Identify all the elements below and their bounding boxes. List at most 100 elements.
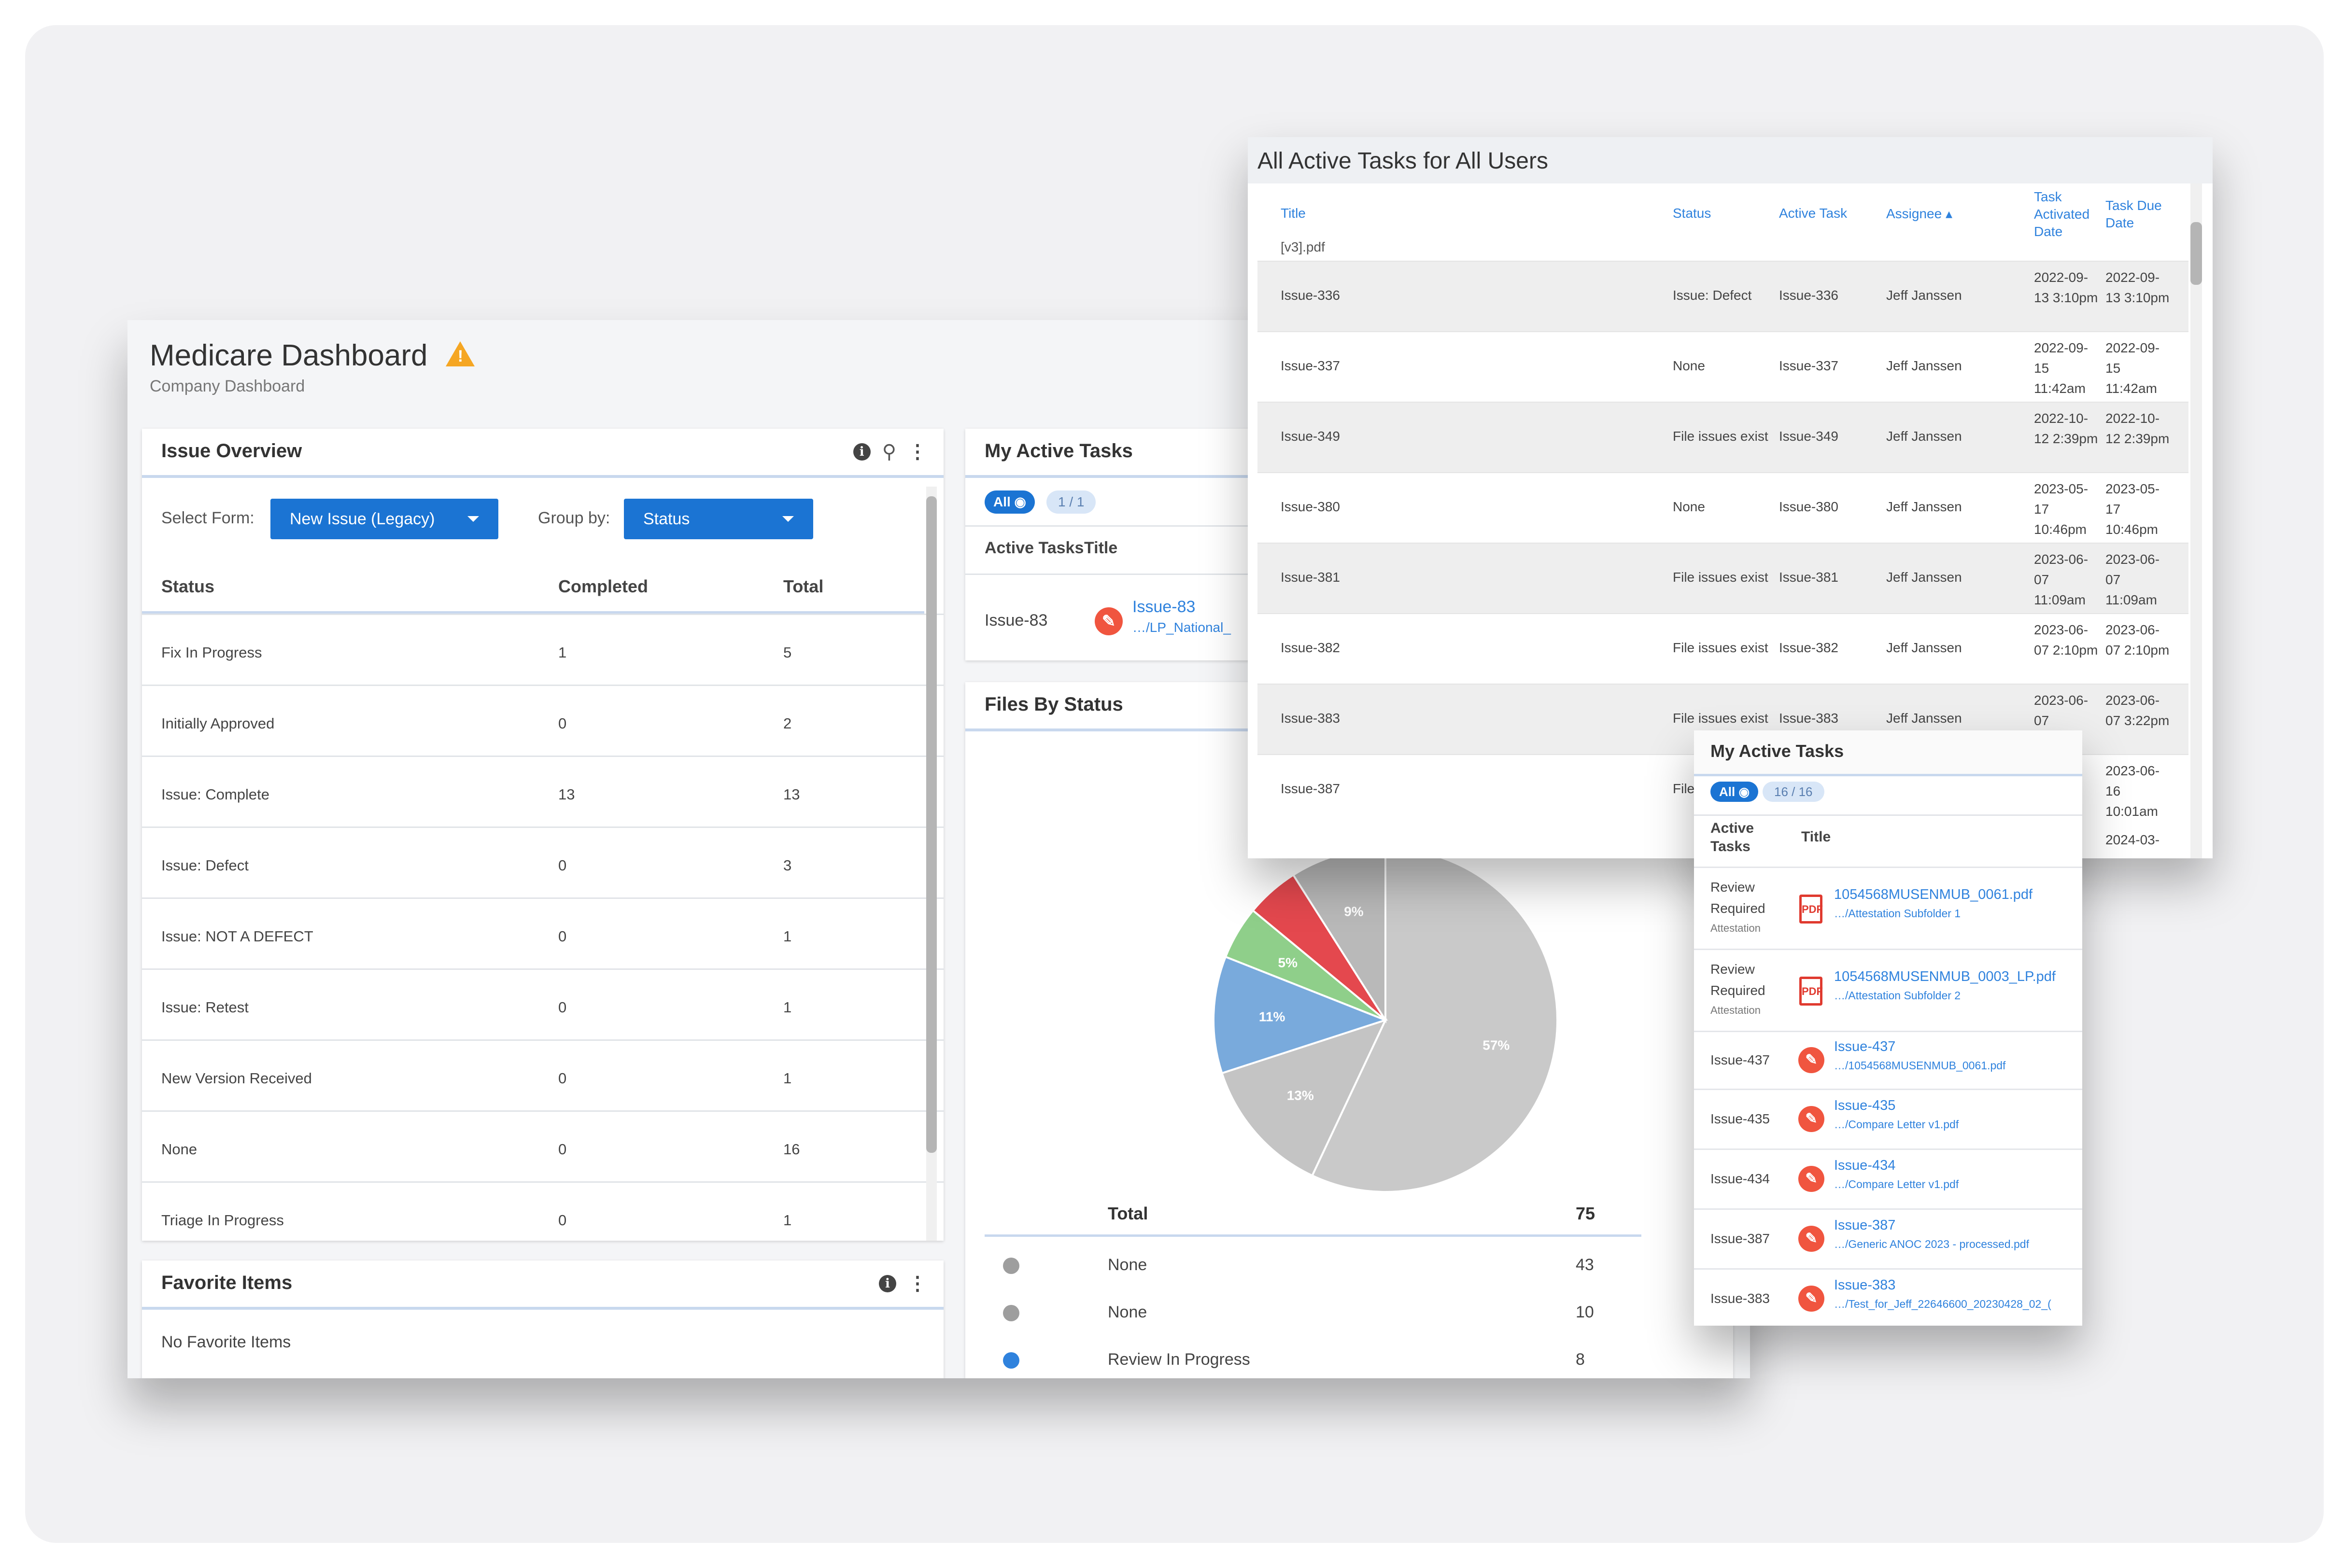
table-row[interactable]: Issue-382 File issues exist Issue-382 Jeff …: [1257, 613, 2188, 685]
column-assignee[interactable]: Assignee ▴: [1886, 206, 1952, 222]
column-task-activated-date[interactable]: Task Activated Date: [2034, 188, 2097, 240]
status-cell: File issues exist: [1673, 429, 1768, 444]
column-total[interactable]: Total: [783, 576, 823, 597]
column-title[interactable]: Title: [1801, 829, 1831, 845]
task-title-link[interactable]: 1054568MUSENMUB_0061.pdf: [1834, 887, 2032, 903]
list-item[interactable]: Issue-383 ✎ Issue-383 …/Test_for_Jeff_22646…: [1694, 1268, 2082, 1326]
warning-icon[interactable]: !: [445, 341, 475, 366]
list-item[interactable]: Review Required Attestation PDF 1054568MUSE…: [1694, 949, 2082, 1032]
more-icon[interactable]: ⋮: [908, 442, 927, 462]
chevron-down-icon: [782, 516, 794, 522]
task-title-link[interactable]: Issue-383: [1834, 1277, 1895, 1293]
table-row[interactable]: Issue: NOT A DEFECT 0 1: [142, 897, 944, 970]
legend-label: None: [1108, 1256, 1147, 1274]
status-cell: Issue: Defect: [161, 857, 249, 874]
active-task-sub: Attestation: [1710, 922, 1761, 934]
list-item[interactable]: Issue-434 ✎ Issue-434 …/Compare Letter v1.p…: [1694, 1148, 2082, 1210]
status-cell: None: [161, 1141, 198, 1158]
table-row[interactable]: Issue: Complete 13 13: [142, 756, 944, 828]
task-title-link[interactable]: Issue-437: [1834, 1039, 1895, 1055]
search-icon[interactable]: ⚲: [882, 442, 896, 462]
status-cell: File issues exist: [1673, 711, 1768, 726]
table-row[interactable]: Issue-337 None Issue-337 Jeff Janssen 2022-0…: [1257, 331, 2188, 403]
list-item[interactable]: Issue-437 ✎ Issue-437 …/1054568MUSENMUB_006…: [1694, 1031, 2082, 1090]
total-cell: 1: [783, 928, 792, 945]
task-title-link[interactable]: Issue-83: [1132, 598, 1195, 616]
issue-icon: ✎: [1798, 1226, 1824, 1252]
task-path: …/1054568MUSENMUB_0061.pdf: [1834, 1059, 2006, 1072]
group-by-dropdown[interactable]: Status: [624, 499, 813, 539]
scrollbar-thumb[interactable]: [926, 496, 937, 1153]
filter-count-badge: 16 / 16: [1763, 782, 1824, 802]
active-task-cell: Issue-435: [1710, 1111, 1770, 1126]
total-cell: 1: [783, 1070, 792, 1087]
table-row[interactable]: New Version Received 0 1: [142, 1039, 944, 1112]
assignee-cell: Jeff Janssen: [1886, 429, 1962, 444]
table-row[interactable]: Fix In Progress 1 5: [142, 614, 944, 686]
list-item[interactable]: Review Required Attestation PDF 1054568MUSE…: [1694, 867, 2082, 950]
files-pie-chart[interactable]: 57% 13% 11% 5% 9%: [1202, 837, 1569, 1204]
pie-slice-label: 57%: [1482, 1037, 1510, 1052]
table-row[interactable]: Initially Approved 0 2: [142, 685, 944, 757]
filter-all-toggle[interactable]: All ◉: [985, 490, 1035, 514]
scrollbar-thumb[interactable]: [2190, 222, 2202, 285]
column-status[interactable]: Status: [1673, 206, 1711, 221]
list-item[interactable]: Issue-435 ✎ Issue-435 …/Compare Letter v1.p…: [1694, 1089, 2082, 1150]
column-active-task[interactable]: Active Task: [1779, 206, 1847, 221]
table-row[interactable]: Issue-336 Issue: Defect Issue-336 Jeff Jans…: [1257, 261, 2188, 332]
table-row[interactable]: Issue: Defect 0 3: [142, 826, 944, 899]
title-cell: Issue-387: [1281, 781, 1340, 796]
table-row[interactable]: Issue: Retest 0 1: [142, 968, 944, 1041]
warning-symbol: !: [457, 347, 464, 365]
partial-row-text: [v3].pdf: [1281, 239, 1325, 254]
favorite-items-header: Favorite Items i ⋮: [142, 1260, 944, 1310]
task-path: …/Generic ANOC 2023 - processed.pdf: [1834, 1238, 2029, 1250]
legend-dot: [1003, 1352, 1019, 1369]
filter-all-toggle[interactable]: All ◉: [1710, 782, 1759, 802]
column-active-tasks[interactable]: Active Tasks: [985, 539, 1084, 558]
table-row[interactable]: Issue-380 None Issue-380 Jeff Janssen 2023-0…: [1257, 472, 2188, 544]
column-title[interactable]: Title: [1084, 539, 1117, 558]
title-cell: Issue-382: [1281, 640, 1340, 655]
group-by-label: Group by:: [538, 509, 610, 527]
column-title[interactable]: Title: [1281, 206, 1306, 221]
info-icon[interactable]: i: [879, 1275, 896, 1292]
page-title: Medicare Dashboard !: [150, 338, 475, 373]
task-title-link[interactable]: Issue-387: [1834, 1218, 1895, 1233]
task-title-link[interactable]: 1054568MUSENMUB_0003_LP.pdf: [1834, 969, 2056, 985]
column-status[interactable]: Status: [161, 576, 214, 597]
activated-date-cell: 2022-10-12 2:39pm: [2034, 411, 2098, 446]
completed-cell: 0: [558, 1212, 567, 1229]
chevron-down-icon: [467, 516, 479, 522]
total-cell: 13: [783, 786, 800, 803]
legend-total-label: Total: [1108, 1204, 1148, 1223]
active-task-cell: Issue-336: [1779, 288, 1838, 303]
more-icon[interactable]: ⋮: [908, 1274, 927, 1293]
select-form-label: Select Form:: [161, 509, 254, 527]
table-row[interactable]: None 0 16: [142, 1110, 944, 1183]
assignee-cell: Jeff Janssen: [1886, 640, 1962, 655]
column-task-due-date[interactable]: Task Due Date: [2105, 197, 2173, 232]
column-active-tasks[interactable]: Active Tasks: [1710, 819, 1768, 856]
all-active-tasks-title: All Active Tasks for All Users: [1257, 148, 1548, 174]
pie-slice-label: 13%: [1287, 1088, 1314, 1103]
task-title-link[interactable]: Issue-435: [1834, 1098, 1895, 1114]
table-row[interactable]: Issue-349 File issues exist Issue-349 Jeff …: [1257, 402, 2188, 473]
assignee-cell: Jeff Janssen: [1886, 358, 1962, 373]
issue-icon: ✎: [1095, 607, 1123, 635]
column-completed[interactable]: Completed: [558, 576, 648, 597]
table-row[interactable]: Issue-381 File issues exist Issue-381 Jeff …: [1257, 543, 2188, 614]
info-icon[interactable]: i: [853, 443, 871, 461]
activated-date-cell: 2023-05-17 10:46pm: [2034, 481, 2089, 537]
table-row[interactable]: Triage In Progress 0 1: [142, 1181, 944, 1241]
title-cell: Issue-336: [1281, 288, 1340, 303]
active-task-cell: Issue-381: [1779, 570, 1838, 585]
task-title-link[interactable]: Issue-434: [1834, 1158, 1895, 1174]
active-task-cell: Review Required: [1710, 962, 1765, 998]
completed-cell: 0: [558, 928, 567, 945]
select-form-dropdown[interactable]: New Issue (Legacy): [270, 499, 498, 539]
list-item[interactable]: Issue-387 ✎ Issue-387 …/Generic ANOC 2023 -…: [1694, 1208, 2082, 1270]
completed-cell: 13: [558, 786, 575, 803]
title-cell: Issue-381: [1281, 570, 1340, 585]
due-date-cell: 2022-09-13 3:10pm: [2105, 270, 2170, 305]
